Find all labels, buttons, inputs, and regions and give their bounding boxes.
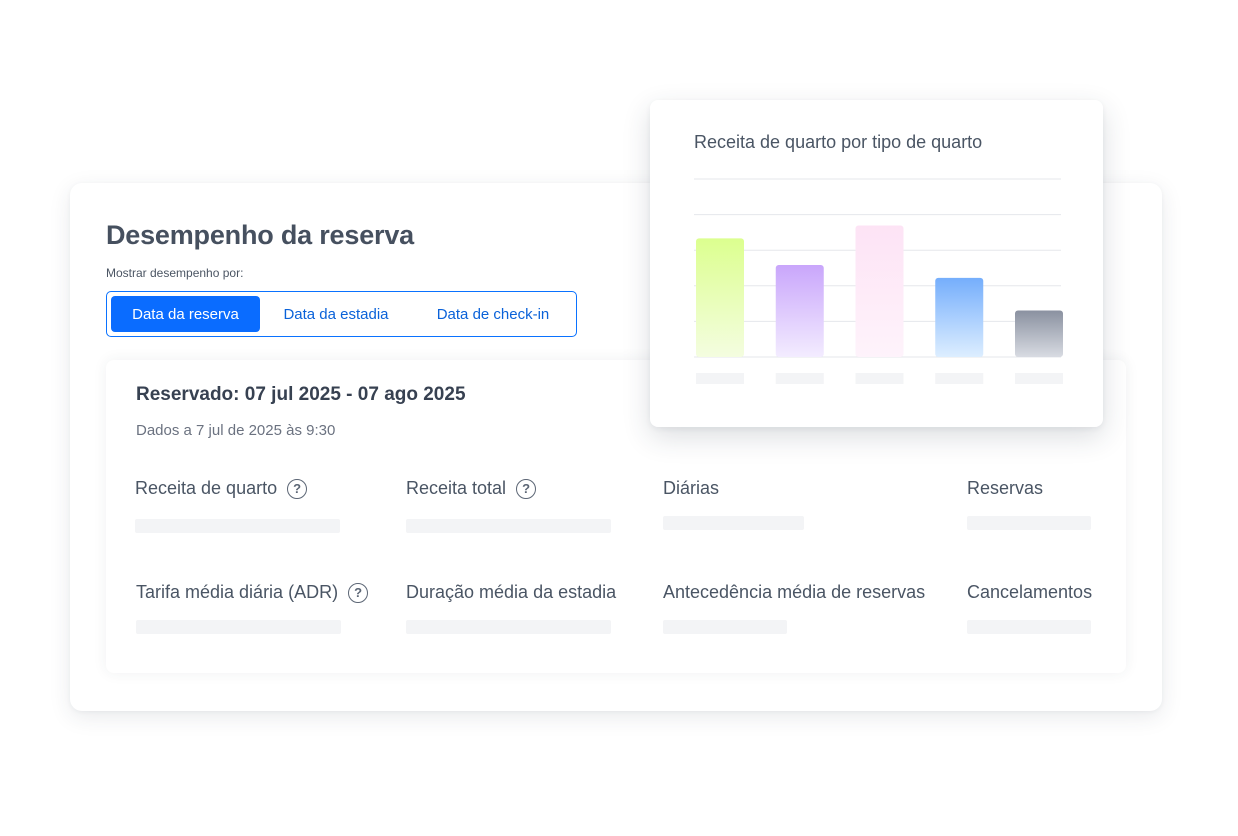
chart-x-tick-label <box>855 373 904 384</box>
question-circle-icon[interactable]: ? <box>348 582 369 603</box>
page-title: Desempenho da reserva <box>106 220 414 250</box>
tab-stay-date[interactable]: Data da estadia <box>267 296 405 332</box>
chart-x-tick-label <box>775 373 824 384</box>
metric-adr: Tarifa média diária (ADR) ? <box>136 582 369 603</box>
chart-x-tick-label <box>935 373 984 384</box>
chart-bar-4[interactable] <box>935 277 984 357</box>
question-circle-icon[interactable]: ? <box>287 478 308 499</box>
chart-bar-2[interactable] <box>775 265 824 357</box>
metric-label: Reservas <box>967 478 1044 498</box>
chart-bar-5[interactable] <box>1015 310 1063 357</box>
room-revenue-bar-chart <box>694 178 1063 384</box>
metric-label: Diárias <box>663 478 720 498</box>
tab-booking-date[interactable]: Data da reserva <box>111 296 260 332</box>
chart-x-tick-label <box>1015 373 1063 384</box>
data-timestamp: Dados a 7 jul de 2025 às 9:30 <box>136 422 336 439</box>
metric-value-placeholder <box>967 620 1091 634</box>
metric-label: Receita total <box>406 478 507 498</box>
metric-value-placeholder <box>967 516 1091 530</box>
metric-label: Receita de quarto <box>135 478 278 498</box>
metric-value-placeholder <box>406 519 611 533</box>
date-type-selector: Data da reserva Data da estadia Data de … <box>106 291 577 337</box>
metric-value-placeholder <box>663 620 787 634</box>
metric-value-placeholder <box>136 620 341 634</box>
metric-label: Duração média da estadia <box>406 582 617 602</box>
metric-room-revenue: Receita de quarto ? <box>135 478 308 499</box>
metric-cancellations: Cancelamentos <box>967 582 1092 603</box>
metric-avg-lead-time: Antecedência média de reservas <box>663 582 925 603</box>
metric-total-revenue: Receita total ? <box>406 478 537 499</box>
show-by-label: Mostrar desempenho por: <box>106 266 244 280</box>
metric-value-placeholder <box>135 519 340 533</box>
metric-bookings: Reservas <box>967 478 1043 499</box>
metric-avg-length-of-stay: Duração média da estadia <box>406 582 616 603</box>
chart-x-tick-label <box>696 373 744 384</box>
period-heading: Reservado: 07 jul 2025 - 07 ago 2025 <box>136 384 466 405</box>
metric-label: Antecedência média de reservas <box>663 582 926 602</box>
chart-bar-3[interactable] <box>855 225 904 357</box>
chart-bar-1[interactable] <box>696 238 744 357</box>
question-circle-icon[interactable]: ? <box>516 478 537 499</box>
tab-checkin-date[interactable]: Data de check-in <box>415 296 571 332</box>
metric-label: Tarifa média diária (ADR) <box>136 582 339 602</box>
metric-room-nights: Diárias <box>663 478 719 499</box>
metric-value-placeholder <box>663 516 804 530</box>
metric-value-placeholder <box>406 620 611 634</box>
metric-label: Cancelamentos <box>967 582 1093 602</box>
